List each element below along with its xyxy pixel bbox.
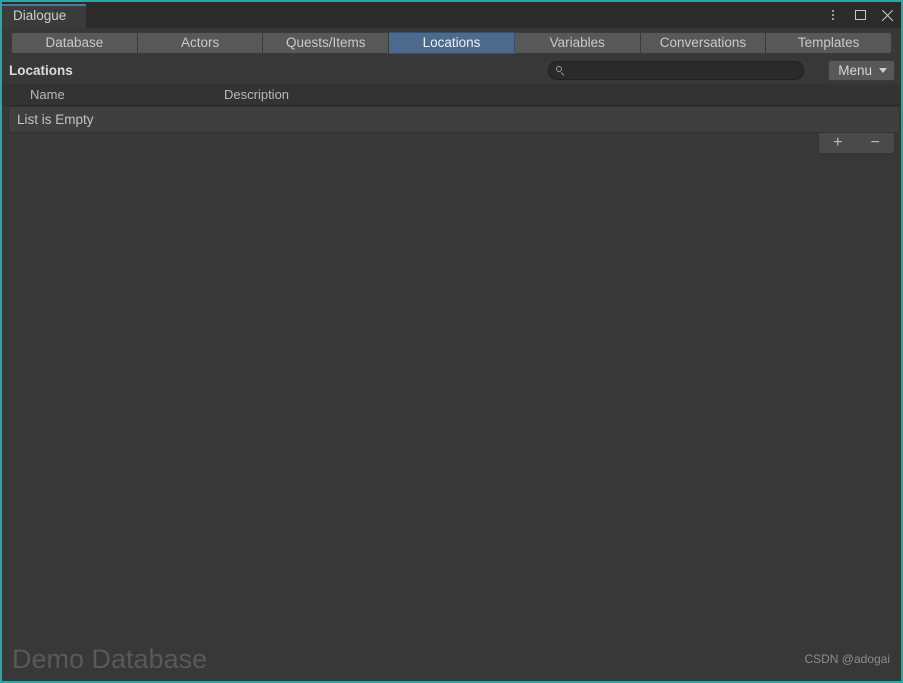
tab-variables[interactable]: Variables: [514, 31, 641, 54]
locations-list[interactable]: List is Empty: [8, 106, 900, 133]
tab-strip: Database Actors Quests/Items Locations V…: [2, 28, 901, 57]
kebab-dot: [832, 14, 834, 16]
kebab-dot: [832, 17, 834, 20]
search-input[interactable]: [565, 62, 803, 79]
tab-actors[interactable]: Actors: [137, 31, 264, 54]
list-empty-message: List is Empty: [17, 112, 94, 127]
page-title: Locations: [9, 63, 73, 78]
list-add-remove-group: + −: [818, 133, 895, 154]
tab-label: Actors: [180, 34, 220, 50]
database-name-label: Demo Database: [12, 644, 208, 674]
search-field[interactable]: [548, 61, 804, 80]
document-tab-label: Dialogue: [13, 8, 67, 23]
search-icon: [556, 66, 565, 75]
title-bar: Dialogue: [2, 2, 901, 28]
tab-locations[interactable]: Locations: [389, 31, 515, 54]
tab-label: Locations: [422, 34, 481, 50]
tab-database[interactable]: Database: [11, 31, 138, 54]
tab-quests-items[interactable]: Quests/Items: [263, 31, 390, 54]
menu-button[interactable]: Menu: [828, 60, 895, 81]
add-location-button[interactable]: +: [822, 134, 854, 153]
tab-conversations[interactable]: Conversations: [640, 31, 767, 54]
list-column-headers: Name Description: [2, 84, 901, 106]
column-header-name: Name: [30, 87, 65, 102]
tab-label: Templates: [797, 34, 860, 50]
tab-label: Conversations: [659, 34, 747, 50]
tab-label: Quests/Items: [286, 34, 366, 50]
maximize-square: [854, 10, 866, 20]
remove-location-button[interactable]: −: [859, 134, 891, 153]
close-icon[interactable]: [879, 7, 895, 23]
list-footer: + −: [2, 133, 895, 155]
dialogue-editor-window: Dialogue Database Actors Quests/Items Lo…: [0, 0, 903, 683]
close-cross: [881, 9, 894, 22]
chevron-down-icon: [879, 68, 887, 73]
tab-label: Variables: [549, 34, 605, 50]
source-watermark: CSDN @adogai: [804, 652, 890, 666]
kebab-dot: [832, 10, 834, 13]
kebab-menu-icon[interactable]: [825, 7, 841, 23]
panel-toolbar: Locations Menu: [2, 57, 901, 84]
window-controls: [825, 2, 895, 28]
content-area: Demo Database CSDN @adogai: [4, 179, 899, 679]
maximize-icon[interactable]: [852, 7, 868, 23]
menu-button-label: Menu: [838, 63, 872, 78]
column-header-description: Description: [224, 87, 290, 102]
tab-label: Database: [45, 34, 104, 50]
tab-templates[interactable]: Templates: [766, 31, 893, 54]
document-tab-dialogue[interactable]: Dialogue: [2, 4, 86, 28]
